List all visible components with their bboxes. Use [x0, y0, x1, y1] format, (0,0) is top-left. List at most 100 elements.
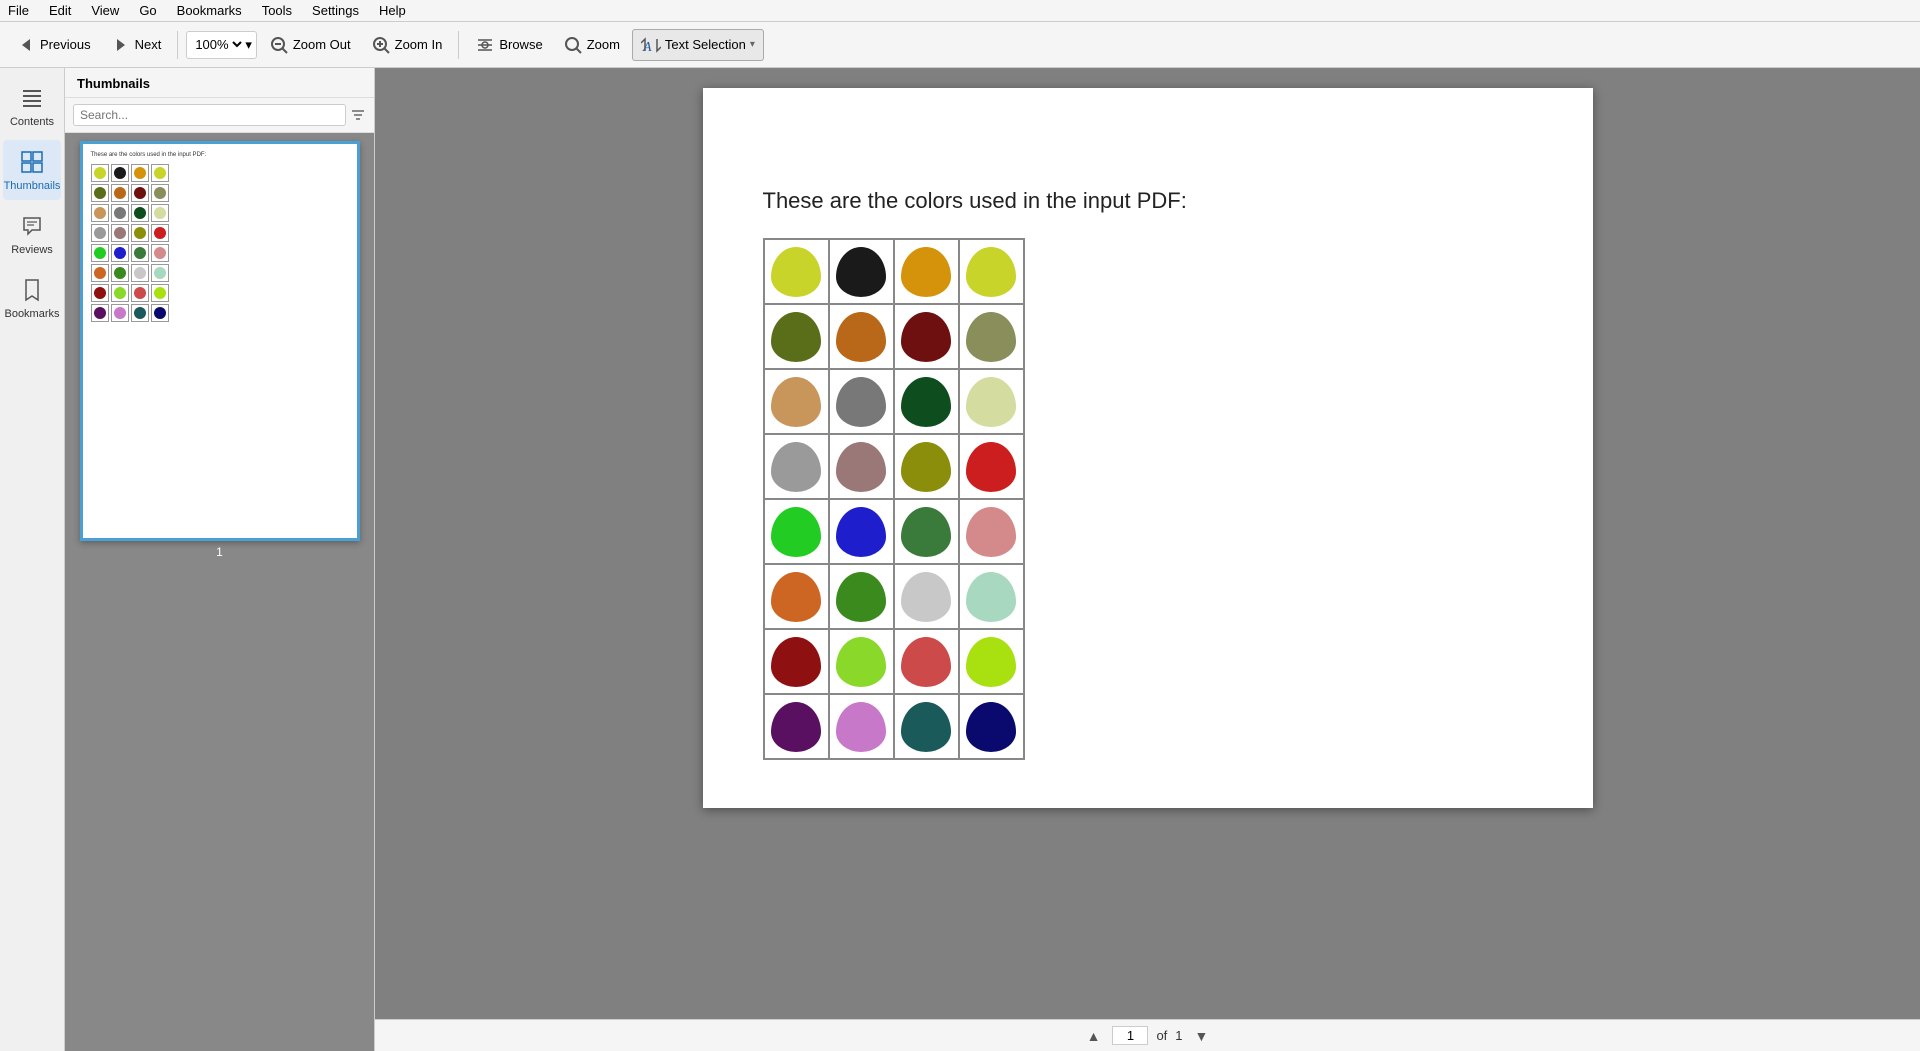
color-cell — [764, 629, 829, 694]
mini-cell — [151, 204, 169, 222]
zoom-in-button[interactable]: Zoom In — [363, 29, 451, 61]
zoom-select[interactable]: 50% 75% 100% 125% 150% 200% — [191, 36, 245, 53]
contents-label: Contents — [10, 116, 54, 128]
page-previous-button[interactable]: ▲ — [1083, 1026, 1105, 1046]
page-current-input[interactable] — [1112, 1026, 1148, 1045]
thumbnails-header: Thumbnails — [65, 68, 374, 98]
browse-icon — [475, 35, 495, 55]
mini-cell — [91, 304, 109, 322]
thumbnail-frame-1: These are the colors used in the input P… — [80, 141, 360, 541]
reviews-icon — [18, 212, 46, 240]
color-cell — [894, 629, 959, 694]
color-cell — [959, 369, 1024, 434]
thumbnails-search-bar — [65, 98, 374, 133]
mini-cell — [111, 284, 129, 302]
menu-help[interactable]: Help — [375, 1, 410, 20]
sidebar-item-reviews[interactable]: Reviews — [3, 204, 61, 264]
menu-go[interactable]: Go — [135, 1, 160, 20]
mini-cell — [91, 164, 109, 182]
thumbnails-list[interactable]: These are the colors used in the input P… — [65, 133, 374, 1051]
color-cell — [764, 499, 829, 564]
bottom-bar: ▲ of 1 ▼ — [375, 1019, 1920, 1051]
menu-tools[interactable]: Tools — [258, 1, 296, 20]
page-next-button[interactable]: ▼ — [1191, 1026, 1213, 1046]
mini-cell — [131, 304, 149, 322]
sidebar-item-contents[interactable]: Contents — [3, 76, 61, 136]
color-cell — [959, 564, 1024, 629]
color-cell — [959, 629, 1024, 694]
previous-button[interactable]: Previous — [8, 29, 99, 61]
next-button[interactable]: Next — [103, 29, 170, 61]
thumbnails-search-input[interactable] — [73, 104, 346, 126]
color-cell — [894, 564, 959, 629]
thumbnails-icon — [18, 148, 46, 176]
sidebar-item-thumbnails[interactable]: Thumbnails — [3, 140, 61, 200]
mini-cell — [131, 204, 149, 222]
color-grid — [763, 238, 1025, 760]
thumbnail-page-number-1: 1 — [216, 545, 223, 559]
zoom-out-button[interactable]: Zoom Out — [261, 29, 359, 61]
sidebar-item-bookmarks[interactable]: Bookmarks — [3, 268, 61, 328]
filter-icon[interactable] — [350, 107, 366, 123]
page-separator: of — [1156, 1028, 1167, 1043]
menu-settings[interactable]: Settings — [308, 1, 363, 20]
menu-edit[interactable]: Edit — [45, 1, 75, 20]
zoom-selector[interactable]: 50% 75% 100% 125% 150% 200% ▾ — [186, 31, 257, 59]
color-cell — [894, 369, 959, 434]
color-cell — [959, 499, 1024, 564]
color-cell — [764, 694, 829, 759]
mini-cell — [131, 264, 149, 282]
mini-cell — [111, 184, 129, 202]
thumbnail-mini-grid — [91, 164, 349, 322]
color-cell — [829, 499, 894, 564]
thumbnails-title: Thumbnails — [77, 76, 150, 91]
mini-cell — [91, 264, 109, 282]
mini-cell — [151, 304, 169, 322]
color-cell — [829, 369, 894, 434]
mini-cell — [131, 284, 149, 302]
zoom-tool-button[interactable]: Zoom — [555, 29, 628, 61]
mini-cell — [151, 224, 169, 242]
color-cell — [829, 239, 894, 304]
pdf-page-1: These are the colors used in the input P… — [703, 88, 1593, 808]
text-selection-button[interactable]: A Text Selection ▾ — [632, 29, 764, 61]
pdf-viewer[interactable]: These are the colors used in the input P… — [375, 68, 1920, 1051]
menu-bookmarks[interactable]: Bookmarks — [173, 1, 246, 20]
mini-cell — [131, 184, 149, 202]
pdf-title: These are the colors used in the input P… — [763, 188, 1187, 214]
color-cell — [829, 694, 894, 759]
mini-cell — [151, 264, 169, 282]
page-total: 1 — [1175, 1028, 1182, 1043]
text-selection-label: Text Selection — [665, 37, 746, 52]
previous-icon — [16, 35, 36, 55]
mini-cell — [111, 224, 129, 242]
color-cell — [764, 564, 829, 629]
main-layout: Contents Thumbnails — [0, 68, 1920, 1051]
mini-cell — [151, 244, 169, 262]
separator-1 — [177, 31, 178, 59]
color-cell — [959, 434, 1024, 499]
browse-label: Browse — [499, 37, 542, 52]
zoom-tool-label: Zoom — [587, 37, 620, 52]
color-cell — [894, 304, 959, 369]
color-cell — [764, 434, 829, 499]
mini-cell — [151, 164, 169, 182]
next-label: Next — [135, 37, 162, 52]
mini-cell — [91, 284, 109, 302]
mini-cell — [111, 264, 129, 282]
browse-button[interactable]: Browse — [467, 29, 550, 61]
menu-view[interactable]: View — [87, 1, 123, 20]
mini-cell — [111, 164, 129, 182]
previous-label: Previous — [40, 37, 91, 52]
color-cell — [894, 239, 959, 304]
bookmarks-label: Bookmarks — [4, 308, 59, 320]
zoom-out-icon — [269, 35, 289, 55]
mini-cell — [111, 304, 129, 322]
mini-cell — [131, 224, 149, 242]
color-cell — [959, 694, 1024, 759]
mini-cell — [151, 284, 169, 302]
sidebar-inner: Contents Thumbnails — [0, 68, 374, 1051]
thumbnail-page-1[interactable]: These are the colors used in the input P… — [73, 141, 366, 559]
menu-file[interactable]: File — [4, 1, 33, 20]
next-icon — [111, 35, 131, 55]
